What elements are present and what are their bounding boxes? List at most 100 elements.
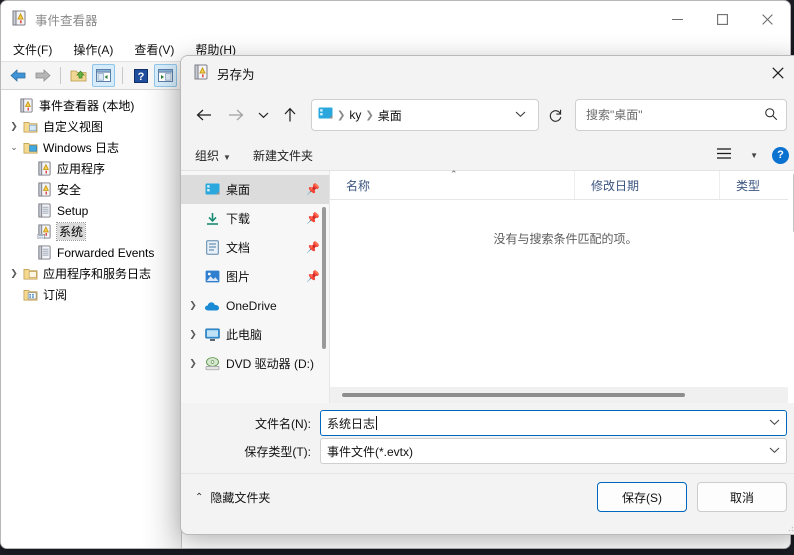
tree-item-security[interactable]: 安全 (1, 179, 181, 200)
arrow-up-icon[interactable] (275, 100, 305, 130)
chevron-right-icon[interactable]: ❯ (185, 358, 201, 369)
places-scrollbar-thumb[interactable] (322, 207, 326, 349)
pin-icon[interactable]: 📌 (306, 183, 320, 196)
chevron-down-icon[interactable] (253, 100, 273, 130)
screen: 事件查看器 文件(F) 操作(A) 查看(V) 帮助(H) ? 事件查看器 (本… (0, 0, 794, 555)
dialog-body: 桌面 📌 下载 📌 文档 📌 图片 📌 ❯ OneDrive ❯ 此电脑 ❯ D… (181, 169, 794, 403)
save-button[interactable]: 保存(S) (597, 482, 687, 512)
desktop-icon (318, 107, 333, 123)
file-list-vertical-scrollbar[interactable] (788, 171, 794, 403)
sidebar-item-desktop[interactable]: 桌面 📌 (181, 175, 329, 204)
search-input[interactable] (584, 107, 764, 123)
menu-item-view[interactable]: 查看(V) (132, 40, 176, 59)
tree-item-forwarded-events[interactable]: Forwarded Events (1, 242, 181, 263)
chevron-down-icon: ▼ (223, 152, 231, 162)
sidebar-item-this-pc[interactable]: ❯ 此电脑 (181, 320, 329, 349)
close-icon[interactable] (755, 56, 794, 90)
tree-item-windows-logs[interactable]: ⌄ Windows 日志 (1, 137, 181, 158)
question-mark-icon[interactable]: ? (130, 65, 151, 86)
breadcrumb-separator: ❯ (365, 109, 374, 121)
chevron-down-icon[interactable] (769, 418, 780, 429)
resize-grip[interactable] (787, 521, 794, 532)
command-bar-right: ▼ ? (716, 146, 789, 164)
breadcrumb-segment-desktop[interactable]: 桌面 (378, 107, 402, 124)
event-viewer-icon (17, 98, 35, 113)
column-header-date-modified[interactable]: 修改日期 (574, 171, 719, 199)
desktop-icon (201, 183, 223, 196)
close-icon[interactable] (745, 1, 790, 37)
sidebar-item-label: 下载 (226, 212, 251, 226)
file-list-horizontal-scrollbar[interactable] (330, 387, 794, 403)
breadcrumb-separator: ❯ (337, 109, 346, 121)
folder-up-icon[interactable] (68, 65, 89, 86)
chevron-down-icon[interactable] (509, 110, 532, 121)
tree-item-event-viewer-root[interactable]: 事件查看器 (本地) (1, 95, 181, 116)
view-list-icon[interactable] (716, 147, 732, 163)
save-type-select[interactable]: 事件文件(*.evtx) (320, 438, 787, 464)
file-name-row: 文件名(N): 系统日志 (181, 409, 794, 437)
sidebar-item-label: DVD 驱动器 (D:) (226, 357, 314, 371)
question-mark-icon[interactable]: ? (772, 146, 789, 164)
pin-icon[interactable]: 📌 (306, 212, 320, 225)
chevron-down-icon[interactable]: ▼ (750, 151, 758, 160)
log-icon (35, 182, 53, 197)
search-icon[interactable] (764, 107, 778, 124)
sidebar-item-dvd-drive[interactable]: ❯ DVD 驱动器 (D:) (181, 349, 329, 378)
scrollbar-thumb[interactable] (342, 393, 685, 397)
sidebar-item-label: 此电脑 (226, 328, 263, 342)
chevron-right-icon[interactable]: ❯ (185, 329, 201, 340)
menu-item-file[interactable]: 文件(F) (11, 40, 54, 59)
cancel-button[interactable]: 取消 (697, 482, 787, 512)
tree-item-application[interactable]: 应用程序 (1, 158, 181, 179)
menu-item-action[interactable]: 操作(A) (71, 40, 115, 59)
file-name-input[interactable]: 系统日志 (320, 410, 787, 436)
tree-item-label: 自定义视图 (43, 120, 104, 134)
tree-item-system[interactable]: 系统 (1, 221, 181, 242)
tree-item-label: Forwarded Events (57, 245, 155, 260)
breadcrumb[interactable]: ❯ ky ❯ 桌面 (311, 99, 539, 131)
chevron-down-icon[interactable] (769, 446, 780, 457)
dialog-navigation-bar: ❯ ky ❯ 桌面 (181, 90, 794, 140)
save-type-value: 事件文件(*.evtx) (327, 444, 414, 459)
sidebar-item-label: 图片 (226, 270, 251, 284)
action-pane-icon[interactable] (154, 64, 177, 87)
column-header-label: 修改日期 (591, 178, 640, 193)
arrow-right-icon[interactable] (221, 100, 251, 130)
column-header-type[interactable]: 类型 (719, 171, 794, 199)
sidebar-item-downloads[interactable]: 下载 📌 (181, 204, 329, 233)
arrow-left-icon[interactable] (8, 65, 29, 86)
breadcrumb-segment-ky[interactable]: ky (349, 108, 361, 122)
windows-logs-icon (21, 141, 39, 155)
sidebar-item-onedrive[interactable]: ❯ OneDrive (181, 291, 329, 320)
pin-icon[interactable]: 📌 (306, 270, 320, 283)
maximize-icon[interactable] (700, 1, 745, 37)
window-controls (655, 1, 790, 37)
arrow-left-icon[interactable] (189, 100, 219, 130)
organize-button[interactable]: 组织 ▼ (195, 147, 231, 164)
tree-item-subscriptions[interactable]: 订阅 (1, 284, 181, 305)
tree-item-label: 订阅 (43, 288, 68, 302)
console-tree-icon[interactable] (92, 64, 115, 87)
tree-item-applications-and-services-logs[interactable]: ❯ 应用程序和服务日志 (1, 263, 181, 284)
arrow-right-icon[interactable] (32, 65, 53, 86)
sidebar-item-pictures[interactable]: 图片 📌 (181, 262, 329, 291)
pin-icon[interactable]: 📌 (306, 241, 320, 254)
chevron-right-icon[interactable]: ❯ (7, 121, 21, 132)
column-header-name[interactable]: ⌃ 名称 (330, 169, 574, 199)
documents-icon (201, 240, 223, 255)
sidebar-item-documents[interactable]: 文档 📌 (181, 233, 329, 262)
chevron-down-icon[interactable]: ⌄ (7, 142, 21, 153)
dialog-command-bar: 组织 ▼ 新建文件夹 ▼ ? (181, 140, 794, 170)
file-name-label: 文件名(N): (255, 416, 311, 431)
places-sidebar: 桌面 📌 下载 📌 文档 📌 图片 📌 ❯ OneDrive ❯ 此电脑 ❯ D… (181, 171, 330, 403)
tree-item-setup[interactable]: Setup (1, 200, 181, 221)
minimize-icon[interactable] (655, 1, 700, 37)
search-box[interactable] (575, 99, 787, 131)
tree-item-custom-views[interactable]: ❯ 自定义视图 (1, 116, 181, 137)
new-folder-button[interactable]: 新建文件夹 (253, 147, 313, 164)
chevron-right-icon[interactable]: ❯ (185, 300, 201, 311)
tree-item-label: 应用程序 (57, 162, 106, 176)
chevron-right-icon[interactable]: ❯ (7, 268, 21, 279)
hide-folders-button[interactable]: ⌃ 隐藏文件夹 (195, 489, 270, 506)
refresh-icon[interactable] (541, 100, 569, 130)
